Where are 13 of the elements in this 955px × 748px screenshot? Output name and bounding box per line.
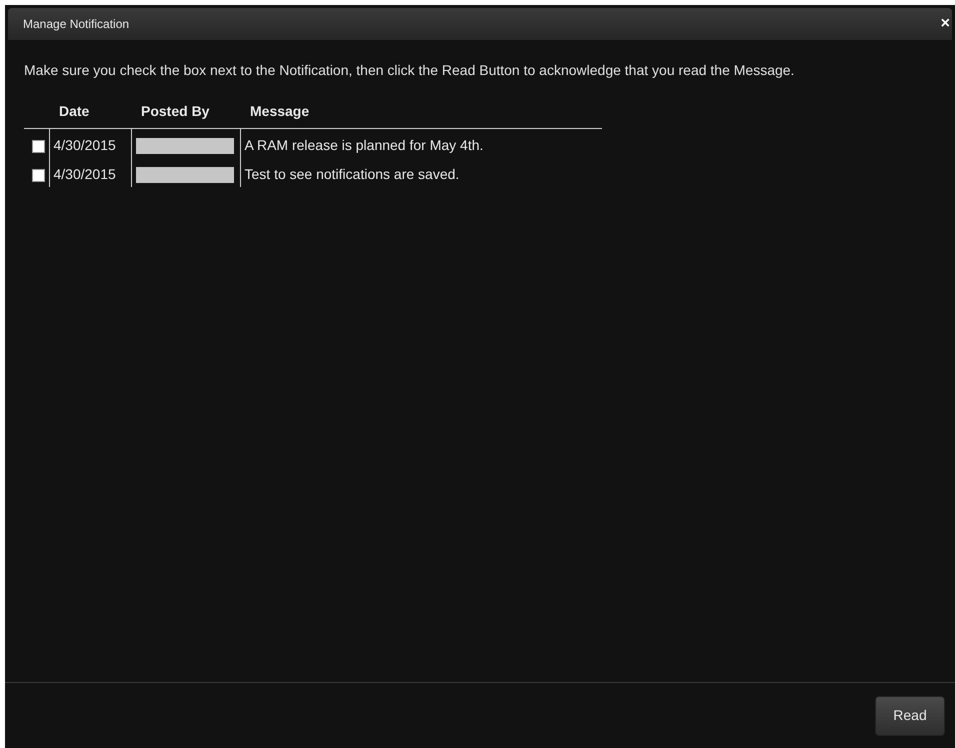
date-cell: 4/30/2015 <box>54 137 116 153</box>
message-cell: Test to see notifications are saved. <box>244 166 460 182</box>
column-header: Posted By <box>141 103 210 119</box>
message-cell: A RAM release is planned for May 4th. <box>244 137 484 153</box>
checkbox[interactable] <box>32 140 45 153</box>
instructions: Make sure you check the box next to the Notification, then click the Read Button to acknowledge that you read the Message. <box>24 61 796 80</box>
checkbox[interactable] <box>32 169 45 182</box>
column-header: Message <box>250 103 310 119</box>
close-button[interactable]: × <box>940 16 950 32</box>
window-title: Manage Notification <box>23 16 130 33</box>
date-cell: 4/30/2015 <box>54 166 116 182</box>
read-button[interactable]: Read <box>875 696 945 736</box>
column-header: Date <box>59 103 90 119</box>
